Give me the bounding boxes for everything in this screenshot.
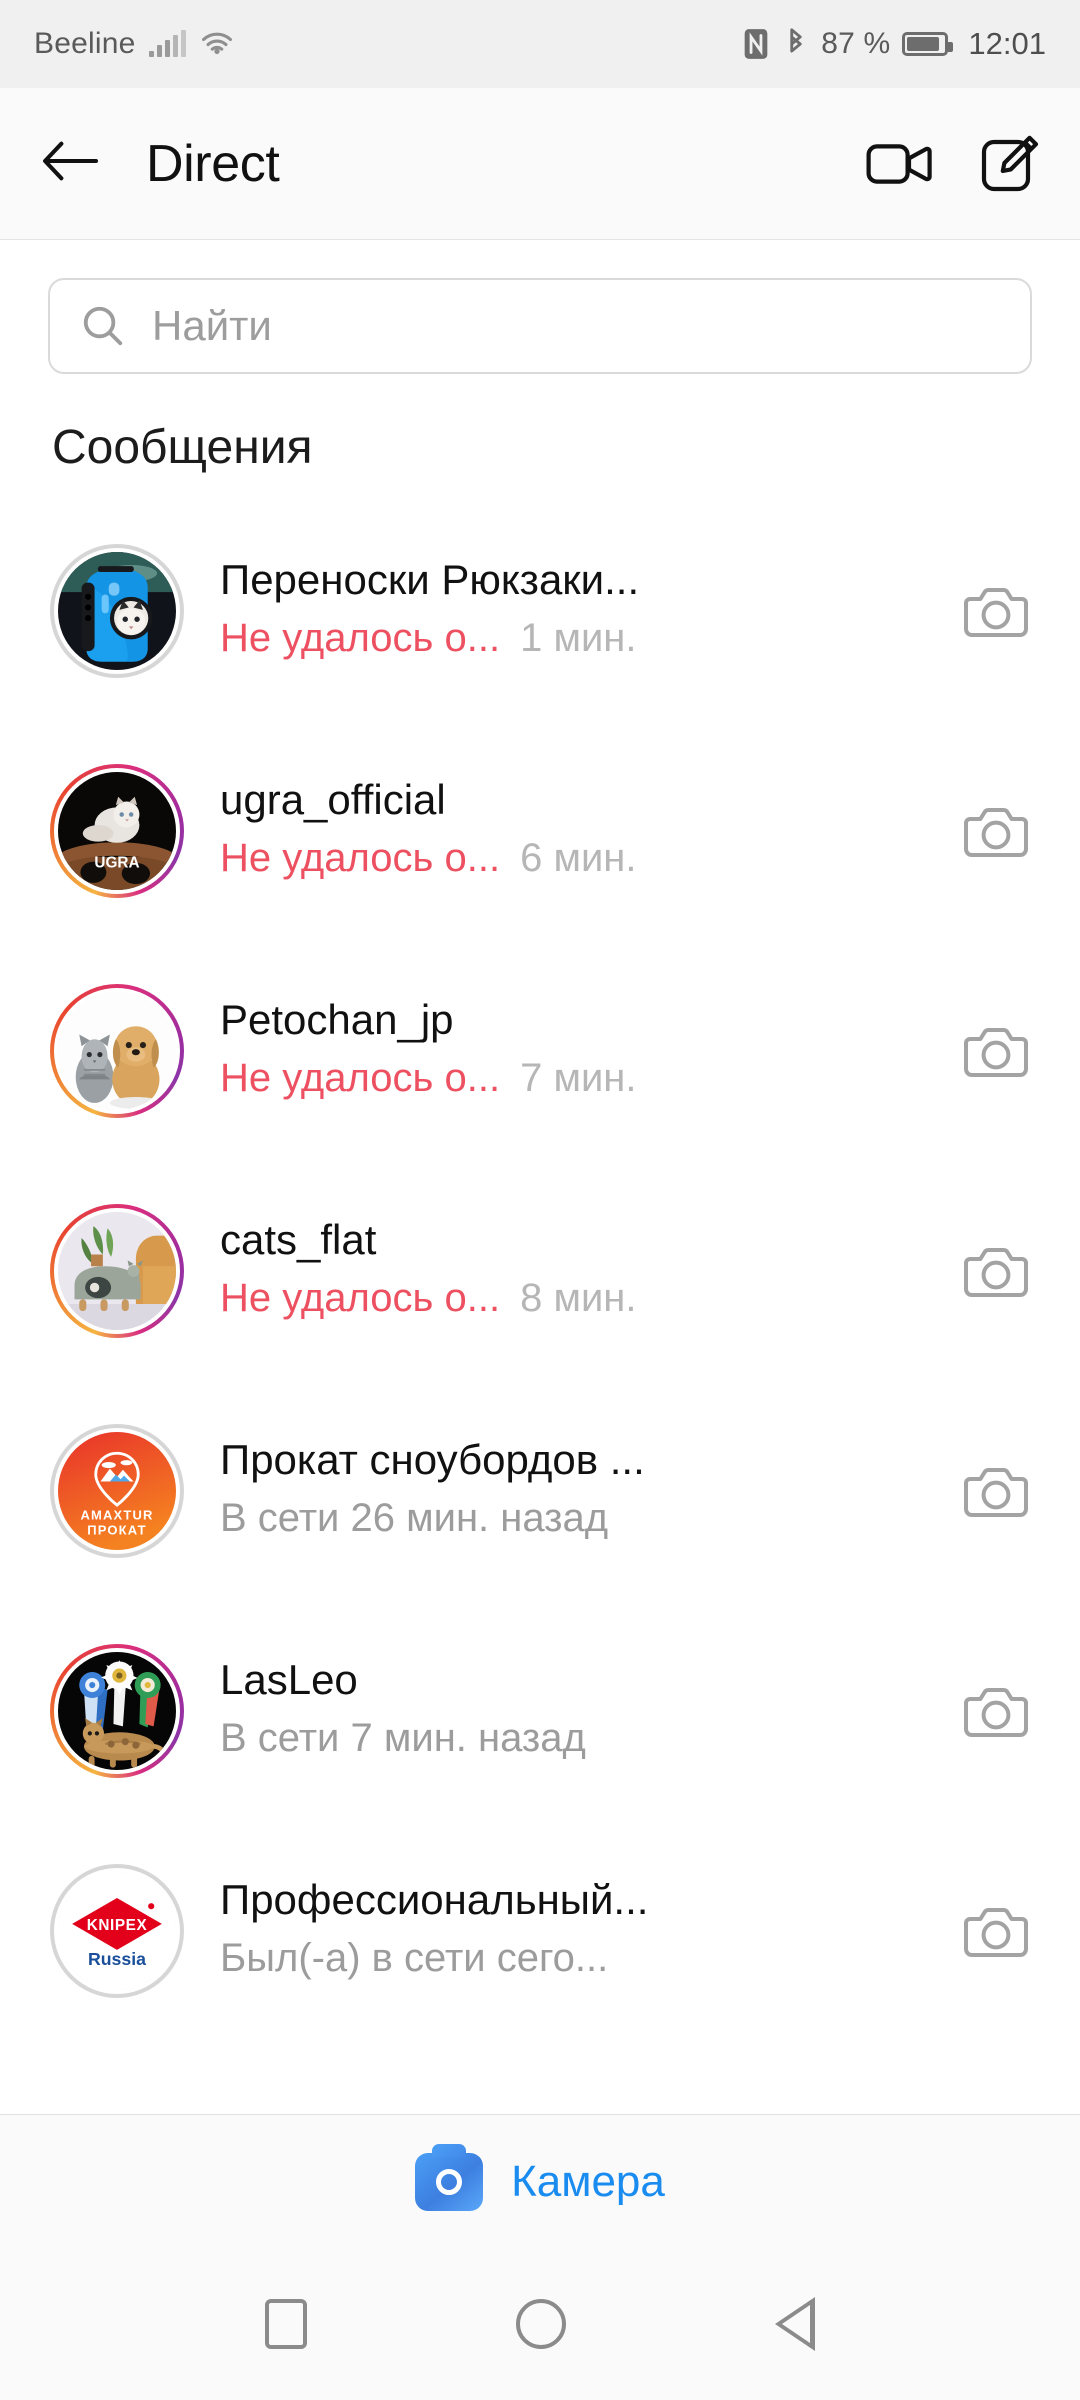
triangle-back-icon[interactable]	[775, 2297, 816, 2351]
conversation-time: 6 мин.	[520, 835, 637, 880]
conversation-text: Переноски Рюкзаки... Не удалось о... 1 м…	[220, 555, 954, 667]
conversation-text: Petochan_jp Не удалось о... 7 мин.	[220, 995, 954, 1107]
conversation-status: Не удалось о...	[220, 1055, 501, 1100]
carrier-label: Beeline	[34, 27, 136, 60]
avatar-image	[58, 1212, 176, 1330]
conversation-time: 1 мин.	[520, 615, 637, 660]
conversation-name: Прокат сноубордов ...	[220, 1436, 645, 1484]
conversation-subtitle: В сети 26 мин. назад	[220, 1489, 940, 1547]
conversation-text: LasLeo В сети 7 мин. назад	[220, 1655, 954, 1767]
svg-text:ПРОКАТ: ПРОКАТ	[87, 1523, 147, 1538]
camera-icon[interactable]	[954, 1462, 1038, 1520]
android-nav-bar	[0, 2248, 1080, 2400]
wifi-icon	[202, 32, 233, 55]
clock-label: 12:01	[968, 26, 1046, 61]
conversation-text: cats_flat Не удалось о... 8 мин.	[220, 1215, 954, 1327]
conversation-row[interactable]: cats_flat Не удалось о... 8 мин.	[0, 1161, 1080, 1381]
avatar[interactable]	[50, 1644, 184, 1778]
bluetooth-icon	[790, 28, 802, 53]
circle-home-icon[interactable]	[515, 2299, 566, 2349]
camera-label: Камера	[511, 2156, 665, 2206]
camera-icon[interactable]	[954, 1682, 1038, 1740]
conversation-name: cats_flat	[220, 1216, 377, 1264]
conversation-status: В сети 7 мин. назад	[220, 1715, 586, 1760]
camera-filled-icon	[415, 2143, 484, 2211]
app-header: Direct	[0, 88, 1080, 240]
compose-pencil-icon[interactable]	[980, 135, 1040, 193]
conversation-subtitle: Не удалось о... 7 мин.	[220, 1049, 940, 1107]
status-bar-right: 87 % 12:01	[741, 26, 1046, 62]
search-placeholder: Найти	[152, 302, 272, 349]
nfc-icon	[744, 29, 768, 59]
video-camera-icon[interactable]	[866, 138, 934, 190]
back-arrow-icon[interactable]	[40, 136, 102, 191]
status-bar: Beeline 87 % 12:01	[0, 0, 1080, 88]
avatar[interactable]: KNIPEX Russia	[50, 1864, 184, 1998]
avatar[interactable]: AMAXTUR ПРОКАТ	[50, 1424, 184, 1558]
conversation-time: 8 мин.	[520, 1275, 637, 1320]
conversation-text: ugra_official Не удалось о... 6 мин.	[220, 775, 954, 887]
conversation-name: Профессиональный...	[220, 1876, 649, 1924]
conversation-time: 7 мин.	[520, 1055, 637, 1100]
avatar[interactable]: UGRA	[50, 764, 184, 898]
status-bar-left: Beeline	[34, 27, 234, 61]
battery-icon	[902, 32, 954, 56]
page-title: Direct	[146, 134, 280, 193]
avatar-image	[58, 552, 176, 670]
conversation-subtitle: Не удалось о... 8 мин.	[220, 1269, 940, 1327]
conversation-status: Не удалось о...	[220, 835, 501, 880]
avatar-image: AMAXTUR ПРОКАТ	[58, 1432, 176, 1550]
conversation-subtitle: Не удалось о... 1 мин.	[220, 609, 940, 667]
conversation-name: LasLeo	[220, 1656, 358, 1704]
search-icon	[83, 306, 123, 346]
square-recents-icon[interactable]	[264, 2299, 307, 2349]
conversation-name: ugra_official	[220, 776, 446, 824]
avatar-image	[58, 992, 176, 1110]
svg-text:UGRA: UGRA	[94, 855, 139, 872]
search-section: Найти	[0, 240, 1080, 374]
avatar[interactable]	[50, 544, 184, 678]
conversation-status: Был(-а) в сети сего...	[220, 1935, 609, 1980]
conversation-status: В сети 26 мин. назад	[220, 1495, 609, 1540]
conversation-text: Профессиональный... Был(-а) в сети сего.…	[220, 1875, 954, 1987]
conversation-row[interactable]: Petochan_jp Не удалось о... 7 мин.	[0, 941, 1080, 1161]
avatar-image: KNIPEX Russia	[58, 1872, 176, 1990]
conversation-row[interactable]: LasLeo В сети 7 мин. назад	[0, 1601, 1080, 1821]
avatar[interactable]	[50, 984, 184, 1118]
svg-text:KNIPEX: KNIPEX	[87, 1917, 148, 1934]
conversation-row[interactable]: KNIPEX Russia Профессиональный... Был(-а…	[0, 1821, 1080, 2041]
avatar[interactable]	[50, 1204, 184, 1338]
camera-bar[interactable]: Камера	[0, 2114, 1080, 2248]
conversation-list: Переноски Рюкзаки... Не удалось о... 1 м…	[0, 501, 1080, 2041]
conversation-row[interactable]: Переноски Рюкзаки... Не удалось о... 1 м…	[0, 501, 1080, 721]
conversation-text: Прокат сноубордов ... В сети 26 мин. наз…	[220, 1435, 954, 1547]
conversation-subtitle: Был(-а) в сети сего...	[220, 1929, 940, 1987]
avatar-image	[58, 1652, 176, 1770]
signal-bars-icon	[149, 30, 187, 57]
camera-icon[interactable]	[954, 1242, 1038, 1300]
camera-icon[interactable]	[954, 1902, 1038, 1960]
battery-percent-label: 87 %	[821, 27, 891, 60]
camera-icon[interactable]	[954, 802, 1038, 860]
conversation-status: Не удалось о...	[220, 1275, 501, 1320]
conversation-subtitle: В сети 7 мин. назад	[220, 1709, 940, 1767]
conversation-row[interactable]: UGRA ugra_official Не удалось о... 6 мин…	[0, 721, 1080, 941]
avatar-image: UGRA	[58, 772, 176, 890]
conversation-row[interactable]: AMAXTUR ПРОКАТ Прокат сноубордов ... В с…	[0, 1381, 1080, 1601]
svg-text:Russia: Russia	[88, 1949, 146, 1969]
svg-text:AMAXTUR: AMAXTUR	[80, 1507, 153, 1522]
conversation-name: Petochan_jp	[220, 996, 454, 1044]
camera-icon[interactable]	[954, 1022, 1038, 1080]
conversation-name: Переноски Рюкзаки...	[220, 556, 640, 604]
search-input[interactable]: Найти	[48, 278, 1032, 374]
conversation-status: Не удалось о...	[220, 615, 501, 660]
camera-icon[interactable]	[954, 582, 1038, 640]
conversation-subtitle: Не удалось о... 6 мин.	[220, 829, 940, 887]
messages-section-title: Сообщения	[52, 421, 313, 474]
